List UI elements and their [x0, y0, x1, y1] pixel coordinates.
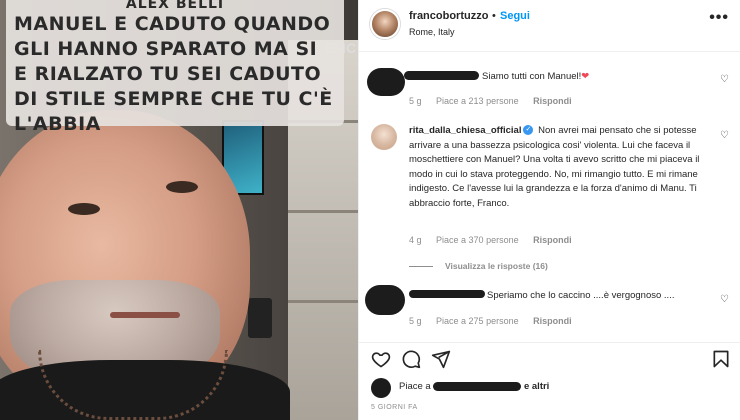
author-avatar[interactable] — [370, 9, 400, 39]
comment-text: rita_dalla_chiesa_official ✓ Non avrei ma… — [409, 124, 709, 211]
comment-icon[interactable] — [401, 349, 421, 369]
reply-button[interactable]: Rispondi — [533, 316, 572, 326]
photo-eye-left — [68, 203, 100, 215]
comment-meta: 4 g Piace a 370 persone Rispondi — [409, 235, 584, 245]
instagram-post-window: EMC ALEX BELLI MANUEL E CADUTO QUANDO GL… — [0, 0, 740, 420]
comment-body: Speriamo che lo caccino ....è vergognoso… — [487, 290, 675, 301]
comment-username[interactable]: rita_dalla_chiesa_official — [409, 125, 521, 136]
author-username[interactable]: francobortuzzo — [409, 10, 488, 22]
redaction-scribble — [367, 68, 405, 96]
view-replies-button[interactable]: Visualizza le risposte (16) — [409, 261, 548, 271]
replies-line — [409, 266, 433, 268]
caption-text: MANUEL E CADUTO QUANDO GLI HANNO SPARATO… — [14, 13, 333, 135]
post-header: francobortuzzo • Segui Rome, Italy ••• — [359, 0, 740, 52]
red-heart-emoji: ❤ — [581, 71, 590, 82]
comment-avatar[interactable] — [371, 124, 397, 150]
story-caption: ALEX BELLI MANUEL E CADUTO QUANDO GLI HA… — [6, 0, 344, 135]
header-separator: • — [492, 10, 496, 22]
likes-summary: Piace a e altri — [371, 376, 731, 398]
comment-text: Siamo tutti con Manuel!❤ — [482, 70, 682, 85]
post-location[interactable]: Rome, Italy — [409, 27, 455, 37]
like-comment-heart-icon[interactable]: ♡ — [720, 294, 729, 305]
post-photo[interactable]: EMC ALEX BELLI MANUEL E CADUTO QUANDO GL… — [0, 0, 358, 420]
redaction-scribble — [433, 381, 522, 391]
comment-age: 5 g — [409, 96, 422, 106]
liker-avatar[interactable] — [371, 378, 391, 398]
comment-text: Speriamo che lo caccino ....è vergognoso… — [487, 289, 707, 304]
bookmark-icon[interactable] — [711, 349, 731, 369]
follow-button[interactable]: Segui — [500, 10, 530, 22]
photo-eye-right — [166, 181, 198, 193]
share-icon[interactable] — [431, 349, 451, 369]
redaction-scribble — [404, 71, 479, 80]
likes-text[interactable]: Piace a e altri — [399, 381, 549, 392]
comment-likes[interactable]: Piace a 275 persone — [436, 316, 519, 326]
post-action-bar — [359, 342, 740, 372]
likes-others[interactable]: e altri — [524, 381, 549, 392]
post-date[interactable]: 5 GIORNI FA — [371, 404, 418, 411]
comment-age: 5 g — [409, 316, 422, 326]
comment-likes[interactable]: Piace a 370 persone — [436, 235, 519, 245]
comment-body: Siamo tutti con Manuel! — [482, 71, 582, 82]
comment-meta: 5 g Piace a 213 persone Rispondi — [409, 96, 584, 106]
comment-item: rita_dalla_chiesa_official ✓ Non avrei ma… — [359, 118, 740, 258]
reply-button[interactable]: Rispondi — [533, 235, 572, 245]
photo-mouth — [110, 312, 180, 318]
more-options-icon[interactable]: ••• — [709, 9, 729, 27]
like-comment-heart-icon[interactable]: ♡ — [720, 74, 729, 85]
view-replies-label[interactable]: Visualizza le risposte (16) — [445, 261, 548, 271]
reply-button[interactable]: Rispondi — [533, 96, 572, 106]
redaction-scribble — [365, 285, 405, 315]
redaction-scribble — [409, 290, 485, 298]
comment-meta: 5 g Piace a 275 persone Rispondi — [409, 316, 584, 326]
heart-icon[interactable] — [371, 349, 391, 369]
comment-likes[interactable]: Piace a 213 persone — [436, 96, 519, 106]
like-comment-heart-icon[interactable]: ♡ — [720, 130, 729, 141]
comment-body: Non avrei mai pensato che si potesse arr… — [409, 125, 700, 209]
likes-prefix: Piace a — [399, 381, 431, 392]
comment-age: 4 g — [409, 235, 422, 245]
verified-badge-icon: ✓ — [523, 125, 534, 136]
comment-item: Siamo tutti con Manuel!❤ ♡ 5 g Piace a 2… — [359, 62, 740, 112]
comment-item: Speriamo che lo caccino ....è vergognoso… — [359, 282, 740, 334]
caption-title: ALEX BELLI — [125, 0, 225, 10]
photo-speaker — [248, 298, 272, 338]
post-side-panel: francobortuzzo • Segui Rome, Italy ••• S… — [358, 0, 740, 420]
